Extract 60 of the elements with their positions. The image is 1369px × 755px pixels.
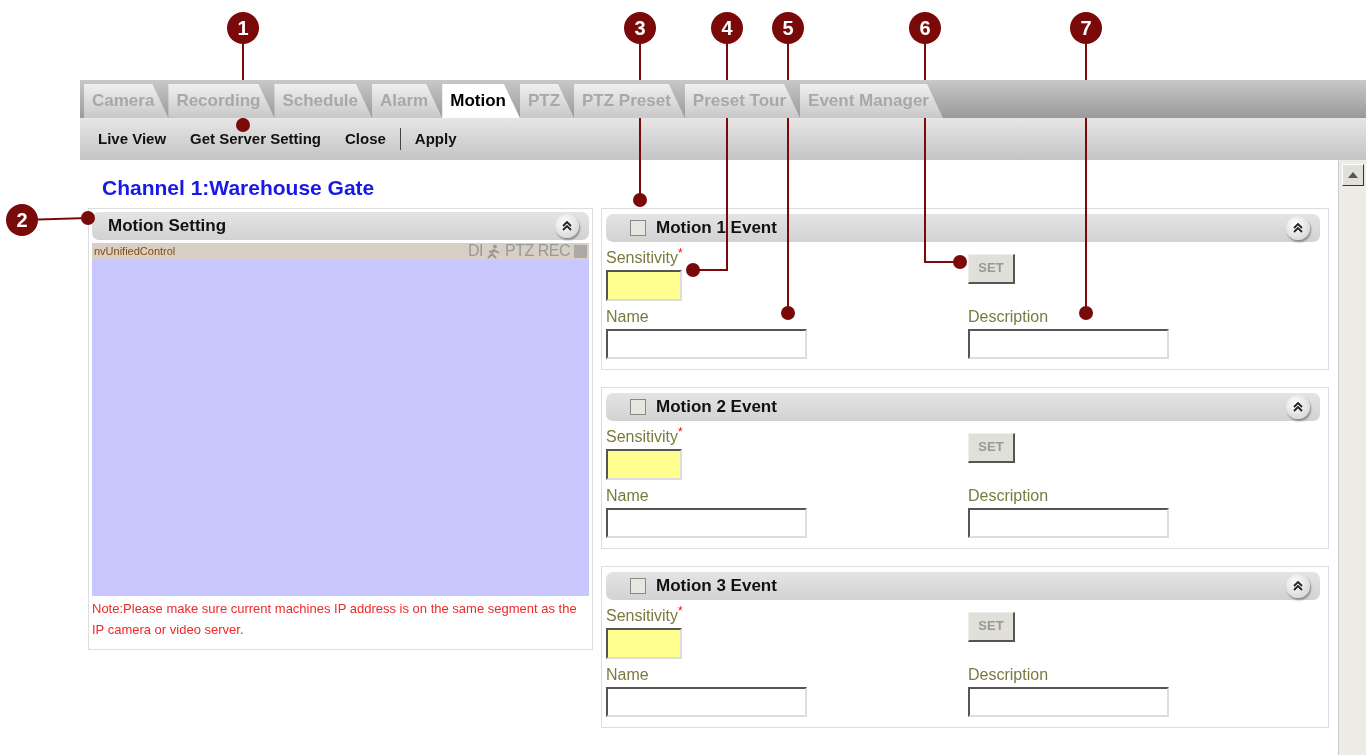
scroll-up-button[interactable] [1342, 164, 1364, 186]
name-field[interactable] [606, 328, 807, 359]
set-button[interactable]: SET [968, 611, 1015, 642]
sensitivity-field[interactable] [606, 627, 682, 659]
description-field[interactable] [968, 507, 1169, 538]
checkbox[interactable] [630, 398, 646, 415]
description-field[interactable] [968, 328, 1169, 359]
double-chevron-icon [562, 220, 572, 231]
status-indicator: REC [537, 241, 570, 261]
status-indicator: PTZ [505, 241, 534, 261]
scrollbar[interactable] [1338, 160, 1366, 755]
panel-title: Motion 1 Event [656, 216, 777, 239]
tab[interactable]: Motion [442, 84, 520, 118]
sensitivity-label: Sensitivity$^{*}$ [606, 424, 684, 447]
checkbox[interactable] [630, 219, 646, 236]
description-label: Description [968, 306, 1050, 327]
tab[interactable]: Event Manager [800, 84, 943, 118]
collapse-button[interactable] [555, 213, 579, 238]
tab[interactable]: Schedule [274, 84, 373, 118]
status-indicator: DI [468, 241, 483, 261]
description-label: Description [968, 664, 1050, 685]
tab[interactable]: Alarm [372, 84, 443, 118]
name-field[interactable] [606, 686, 807, 717]
set-button[interactable]: SET [968, 253, 1015, 284]
name-field[interactable] [606, 507, 807, 538]
toolbar-button[interactable]: Apply [402, 127, 469, 151]
tab[interactable]: Camera [84, 84, 169, 118]
collapse-button[interactable] [1286, 573, 1310, 598]
square-icon [574, 244, 587, 258]
running-figure-icon [487, 243, 501, 259]
up-arrow-icon [1348, 172, 1358, 178]
tab[interactable]: PTZ [519, 84, 575, 118]
sensitivity-field[interactable] [606, 269, 682, 301]
panel-title: Motion 3 Event [656, 574, 777, 597]
tab[interactable]: PTZ Preset [574, 84, 685, 118]
toolbar-button[interactable]: Live View [86, 127, 179, 151]
name-label: Name [606, 485, 650, 506]
collapse-button[interactable] [1286, 215, 1310, 240]
description-field[interactable] [968, 686, 1169, 717]
toolbar-button[interactable]: Get Server Setting [178, 127, 333, 151]
sensitivity-field[interactable] [606, 448, 682, 480]
sensitivity-label: Sensitivity$^{*}$ [606, 603, 684, 626]
set-button[interactable]: SET [968, 432, 1015, 463]
collapse-button[interactable] [1286, 394, 1310, 419]
description-label: Description [968, 485, 1050, 506]
panel-title: Motion Setting [108, 214, 227, 237]
panel-title: Motion 2 Event [656, 395, 777, 418]
checkbox[interactable] [630, 577, 646, 594]
name-label: Name [606, 664, 650, 685]
name-label: Name [606, 306, 650, 327]
sensitivity-label: Sensitivity$^{*}$ [606, 245, 684, 268]
control-name: nvUnifiedControl [94, 243, 176, 259]
note-text: Note:Please make sure current machines IP address is on the same segment as the IP camera or video server. [92, 599, 578, 639]
tab[interactable]: Recording [168, 84, 275, 118]
toolbar-button[interactable]: Close [333, 127, 398, 151]
double-chevron-icon [1293, 222, 1303, 233]
channel-title: Channel 1:Warehouse Gate [102, 175, 376, 201]
double-chevron-icon [1293, 580, 1303, 591]
double-chevron-icon [1293, 401, 1303, 412]
tab[interactable]: Preset Tour [684, 84, 801, 118]
